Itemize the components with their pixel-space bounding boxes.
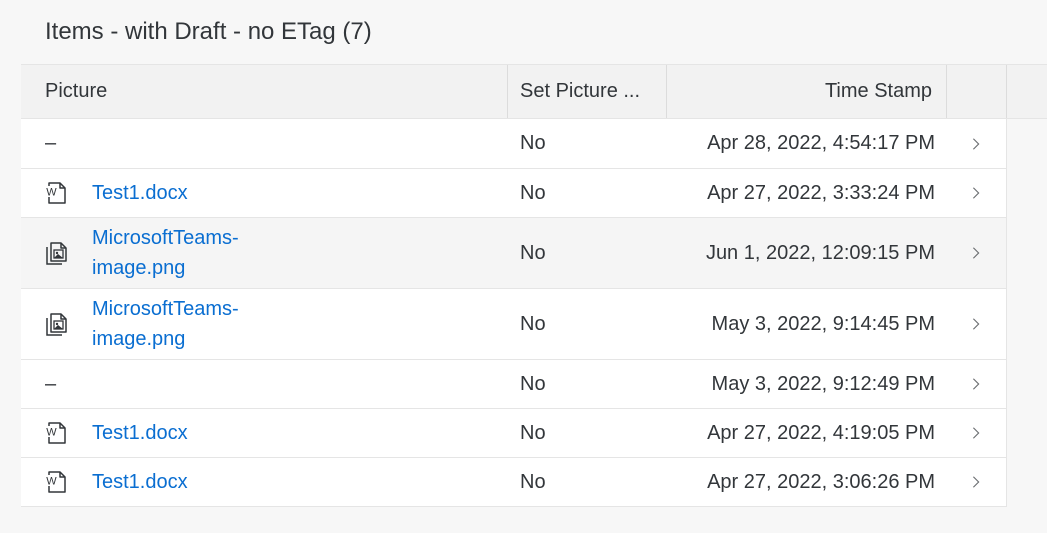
table-row[interactable]: MicrosoftTeams- image.png No May 3, 2022, …	[21, 289, 1006, 360]
chevron-right-icon[interactable]	[969, 409, 985, 457]
column-header-filler	[1007, 65, 1047, 118]
file-link[interactable]: MicrosoftTeams- image.png	[92, 294, 272, 354]
cell-time-stamp: Jun 1, 2022, 12:09:15 PM	[705, 241, 935, 264]
table-row[interactable]: – No Apr 28, 2022, 4:54:17 PM	[21, 119, 1006, 169]
table-header: Picture Set Picture ... Time Stamp	[21, 64, 1047, 119]
chevron-right-icon[interactable]	[969, 169, 985, 217]
empty-value-dash: –	[45, 372, 57, 395]
chevron-right-icon[interactable]	[969, 289, 985, 359]
cell-picture: MicrosoftTeams- image.png	[21, 289, 508, 359]
cell-set-picture: No	[520, 372, 546, 395]
cell-time-stamp: May 3, 2022, 9:14:45 PM	[711, 312, 935, 335]
chevron-right-icon[interactable]	[969, 119, 985, 168]
column-header-set-picture[interactable]: Set Picture ...	[508, 65, 667, 118]
cell-time-stamp: Apr 27, 2022, 3:33:24 PM	[707, 181, 935, 204]
table-row[interactable]: W Test1.docx No Apr 27, 2022, 4:19:05 PM	[21, 409, 1006, 458]
table-row[interactable]: W Test1.docx No Apr 27, 2022, 3:33:24 PM	[21, 169, 1006, 218]
image-file-icon	[43, 240, 69, 266]
cell-time-stamp: May 3, 2022, 9:12:49 PM	[711, 372, 935, 395]
table-title: Items - with Draft - no ETag (7)	[45, 18, 372, 45]
cell-time-stamp: Apr 27, 2022, 4:19:05 PM	[707, 421, 935, 444]
svg-text:W: W	[46, 476, 57, 488]
cell-picture: –	[21, 360, 508, 408]
cell-set-picture: No	[520, 312, 546, 335]
file-link[interactable]: Test1.docx	[92, 467, 272, 497]
table-row[interactable]: – No May 3, 2022, 9:12:49 PM	[21, 360, 1006, 409]
column-header-picture[interactable]: Picture	[21, 65, 508, 118]
word-document-icon: W	[43, 469, 69, 495]
chevron-right-icon[interactable]	[969, 458, 985, 506]
cell-set-picture: No	[520, 181, 546, 204]
table-row[interactable]: MicrosoftTeams- image.png No Jun 1, 2022, …	[21, 218, 1006, 289]
file-link[interactable]: Test1.docx	[92, 178, 272, 208]
cell-set-picture: No	[520, 421, 546, 444]
file-link[interactable]: MicrosoftTeams- image.png	[92, 223, 272, 283]
empty-value-dash: –	[45, 132, 57, 154]
chevron-right-icon[interactable]	[969, 218, 985, 288]
cell-picture: MicrosoftTeams- image.png	[21, 218, 508, 288]
svg-text:W: W	[46, 427, 57, 439]
file-link[interactable]: Test1.docx	[92, 418, 272, 448]
cell-set-picture: No	[520, 132, 546, 154]
cell-picture: –	[21, 119, 508, 168]
items-table: Picture Set Picture ... Time Stamp – No Ap…	[21, 64, 1047, 507]
table-row[interactable]: W Test1.docx No Apr 27, 2022, 3:06:26 PM	[21, 458, 1006, 507]
cell-set-picture: No	[520, 470, 546, 493]
word-document-icon: W	[43, 420, 69, 446]
svg-text:W: W	[46, 187, 57, 199]
word-document-icon: W	[43, 180, 69, 206]
cell-picture: W Test1.docx	[21, 458, 508, 506]
cell-picture: W Test1.docx	[21, 409, 508, 457]
cell-set-picture: No	[520, 241, 546, 264]
cell-time-stamp: Apr 28, 2022, 4:54:17 PM	[707, 132, 935, 154]
table-body: – No Apr 28, 2022, 4:54:17 PM W Test1.docx No…	[21, 119, 1007, 507]
cell-time-stamp: Apr 27, 2022, 3:06:26 PM	[707, 470, 935, 493]
image-file-icon	[43, 311, 69, 337]
column-header-time-stamp[interactable]: Time Stamp	[667, 65, 947, 118]
column-header-navigation	[947, 65, 1007, 118]
chevron-right-icon[interactable]	[969, 360, 985, 408]
cell-picture: W Test1.docx	[21, 169, 508, 217]
